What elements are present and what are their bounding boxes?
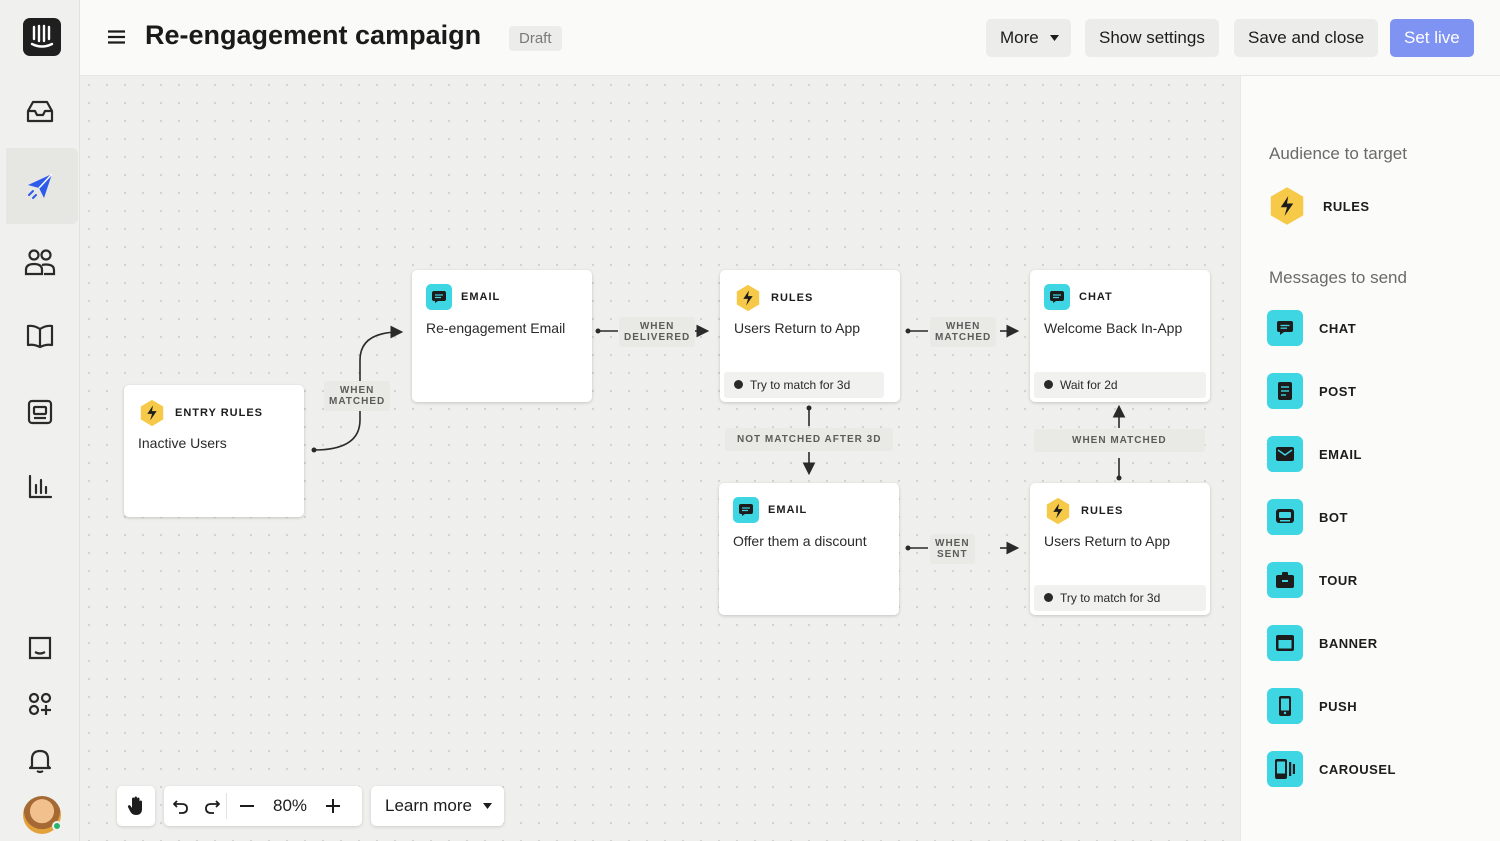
chevron-down-icon	[1049, 35, 1059, 41]
push-icon	[1267, 688, 1303, 724]
palette-item-post[interactable]: POST	[1267, 373, 1356, 409]
node-type-label: RULES	[771, 292, 814, 304]
edge-label-not-matched: NOT MATCHED AFTER 3D	[725, 428, 894, 451]
email-icon	[733, 497, 759, 523]
messages-section-title: Messages to send	[1269, 268, 1407, 287]
page-title[interactable]: Re-engagement campaign	[145, 20, 481, 51]
palette-item-rules[interactable]: RULES	[1267, 186, 1370, 226]
node-email-offer-discount[interactable]: EMAIL Offer them a discount	[719, 483, 899, 615]
palette-item-chat[interactable]: CHAT	[1267, 310, 1356, 346]
node-rules-return-to-app-2[interactable]: RULES Users Return to App Try to match f…	[1030, 483, 1210, 615]
edge-label-when-matched: WHEN MATCHED	[1034, 429, 1205, 452]
node-name: Welcome Back In-App	[1044, 320, 1183, 336]
undo-icon[interactable]	[164, 786, 198, 826]
node-type-label: RULES	[1081, 505, 1124, 517]
hand-icon[interactable]	[117, 786, 155, 826]
redo-icon[interactable]	[198, 786, 226, 826]
banner-icon	[1267, 625, 1303, 661]
node-name: Offer them a discount	[733, 533, 867, 549]
analytics-chart-icon[interactable]	[20, 466, 60, 506]
status-badge: Draft	[509, 26, 562, 51]
top-header: Re-engagement campaign Draft More Show s…	[80, 0, 1500, 76]
palette-item-push[interactable]: PUSH	[1267, 688, 1357, 724]
clock-icon	[734, 380, 743, 389]
notifications-bell-icon[interactable]	[20, 740, 60, 780]
history-zoom-controls: 80%	[164, 786, 362, 826]
zoom-out-icon[interactable]	[227, 786, 267, 826]
post-icon	[1267, 373, 1303, 409]
palette-item-carousel[interactable]: CAROUSEL	[1267, 751, 1396, 787]
intercom-logo[interactable]	[23, 18, 61, 56]
edge-label-when-matched: WHEN MATCHED	[324, 381, 391, 411]
node-type-label: CHAT	[1079, 291, 1113, 303]
chat-icon	[1267, 310, 1303, 346]
more-button-label: More	[1000, 28, 1039, 47]
online-status-dot	[52, 821, 62, 831]
bolt-icon	[138, 399, 166, 427]
inbox-icon[interactable]	[20, 92, 60, 132]
palette-item-email[interactable]: EMAIL	[1267, 436, 1362, 472]
reports-screen-icon[interactable]	[20, 392, 60, 432]
apps-add-icon[interactable]	[20, 684, 60, 724]
pan-tool[interactable]	[117, 786, 155, 826]
edge-label-when-sent: WHEN SENT	[930, 534, 975, 564]
chevron-down-icon	[482, 803, 492, 809]
clock-icon	[1044, 380, 1053, 389]
set-live-button[interactable]: Set live	[1390, 19, 1474, 57]
learn-more-button[interactable]: Learn more	[371, 786, 504, 826]
zoom-in-icon[interactable]	[313, 786, 353, 826]
node-type-label: ENTRY RULES	[175, 407, 264, 419]
node-footer: Try to match for 3d	[724, 372, 884, 398]
palette-item-tour[interactable]: TOUR	[1267, 562, 1358, 598]
bolt-icon	[1044, 497, 1072, 525]
bolt-icon	[734, 284, 762, 312]
content-palette-panel: Audience to target RULES Messages to sen…	[1240, 76, 1500, 841]
palette-item-bot[interactable]: BOT	[1267, 499, 1348, 535]
audience-section-title: Audience to target	[1269, 144, 1407, 163]
learn-more-label: Learn more	[385, 796, 472, 815]
left-nav-rail	[0, 0, 80, 841]
node-chat-welcome-back[interactable]: CHAT Welcome Back In-App Wait for 2d	[1030, 270, 1210, 402]
hamburger-menu-icon[interactable]	[108, 30, 125, 44]
knowledge-book-icon[interactable]	[20, 316, 60, 356]
edge-label-when-delivered: WHEN DELIVERED	[619, 317, 696, 347]
node-footer: Try to match for 3d	[1034, 585, 1206, 611]
edge-label-when-matched: WHEN MATCHED	[930, 317, 997, 347]
node-email-re-engagement[interactable]: EMAIL Re-engagement Email	[412, 270, 592, 402]
email-icon	[1267, 436, 1303, 472]
node-name: Users Return to App	[734, 320, 861, 336]
node-rules-return-to-app[interactable]: RULES Users Return to App Try to match f…	[720, 270, 900, 402]
clock-icon	[1044, 593, 1053, 602]
contacts-icon[interactable]	[20, 242, 60, 282]
zoom-level: 80%	[272, 796, 308, 815]
chat-icon	[1044, 284, 1070, 310]
bot-icon	[1267, 499, 1303, 535]
node-entry-rules[interactable]: ENTRY RULES Inactive Users	[124, 385, 304, 517]
node-name: Inactive Users	[138, 435, 227, 451]
save-and-close-button[interactable]: Save and close	[1234, 19, 1379, 57]
node-type-label: EMAIL	[461, 291, 501, 303]
palette-item-banner[interactable]: BANNER	[1267, 625, 1378, 661]
more-button[interactable]: More	[986, 19, 1071, 57]
node-name: Re-engagement Email	[426, 320, 566, 336]
tour-icon	[1267, 562, 1303, 598]
carousel-icon	[1267, 751, 1303, 787]
messenger-preview-icon[interactable]	[20, 628, 60, 668]
node-type-label: EMAIL	[768, 504, 808, 516]
bolt-icon	[1267, 186, 1307, 226]
node-name: Users Return to App	[1044, 533, 1171, 549]
email-icon	[426, 284, 452, 310]
show-settings-button[interactable]: Show settings	[1085, 19, 1219, 57]
user-avatar[interactable]	[23, 796, 62, 834]
outbound-send-icon[interactable]	[20, 166, 60, 206]
node-footer: Wait for 2d	[1034, 372, 1206, 398]
